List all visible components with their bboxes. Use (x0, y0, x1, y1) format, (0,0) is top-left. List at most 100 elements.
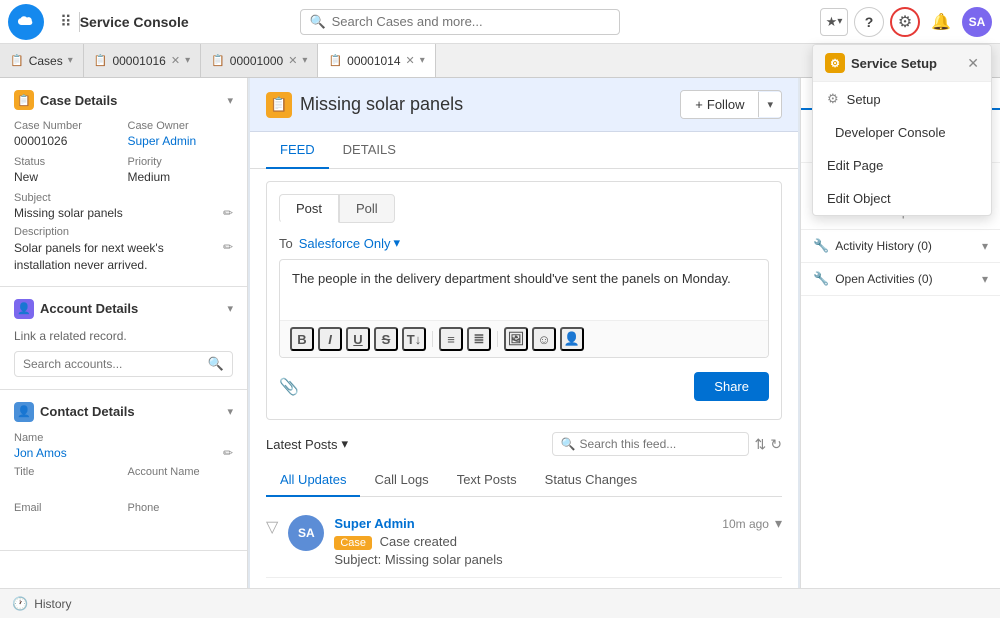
post-vote[interactable]: ▽ (266, 515, 278, 567)
to-row: To Salesforce Only ▾ (279, 235, 769, 251)
help-button[interactable]: ? (854, 7, 884, 37)
description-edit-icon[interactable]: ✏ (223, 240, 233, 254)
follow-dropdown-arrow[interactable]: ▾ (758, 92, 781, 117)
ordered-list-button[interactable]: ≣ (467, 327, 491, 351)
dropdown-item-edit-object[interactable]: Edit Object (813, 182, 991, 215)
cases-tab-icon: 📋 (10, 54, 24, 67)
account-details-dropdown[interactable]: ▾ (227, 302, 233, 315)
underline-button[interactable]: U (346, 327, 370, 351)
dropdown-item-edit-page[interactable]: Edit Page (813, 149, 991, 182)
tab-00001014[interactable]: 📋 00001014 ✕ ▾ (318, 44, 435, 78)
description-value: Solar panels for next week's installatio… (14, 240, 223, 274)
search-input[interactable] (332, 14, 612, 29)
share-button[interactable]: Share (694, 372, 769, 401)
post-action: Case Case created (334, 534, 782, 550)
feed-search-input[interactable] (580, 437, 740, 451)
open-activities-arrow[interactable]: ▾ (982, 272, 988, 286)
post-tab-poll[interactable]: Poll (339, 194, 395, 223)
tab-feed[interactable]: FEED (266, 132, 329, 169)
open-activities-label: 🔧 Open Activities (0) (813, 271, 933, 287)
filter-status-changes[interactable]: Status Changes (531, 464, 652, 497)
tab-dropdown-2[interactable]: ▾ (302, 55, 307, 66)
dropdown-item-setup[interactable]: ⚙ Setup (813, 82, 991, 116)
mention-button[interactable]: 👤 (560, 327, 584, 351)
activity-history-row: 🔧 Activity History (0) ▾ (801, 230, 1000, 263)
account-search-row[interactable]: 🔍 (14, 351, 233, 377)
post-tab-post[interactable]: Post (279, 194, 339, 223)
to-label: To (279, 236, 293, 251)
case-title: Missing solar panels (300, 94, 463, 115)
latest-posts-dropdown[interactable]: Latest Posts ▾ (266, 436, 348, 452)
case-owner-label: Case Owner (128, 120, 234, 132)
contact-phone-label: Phone (128, 502, 234, 514)
case-owner-value[interactable]: Super Admin (128, 134, 234, 148)
nav-icons: ★▾ ? ⚙ 🔔 SA (820, 7, 992, 37)
bold-button[interactable]: B (290, 327, 314, 351)
contact-email-value (14, 516, 120, 530)
to-value[interactable]: Salesforce Only ▾ (299, 235, 400, 251)
contact-account-value (128, 480, 234, 494)
gear-icon: ⚙ (898, 12, 912, 32)
editor-content[interactable]: The people in the delivery department sh… (280, 260, 768, 320)
case-header: 📋 Missing solar panels + Follow ▾ (250, 78, 798, 132)
global-search-bar[interactable]: 🔍 (300, 9, 620, 35)
unordered-list-button[interactable]: ≡ (439, 327, 463, 351)
activity-history-arrow[interactable]: ▾ (982, 239, 988, 253)
contact-details-title: 👤 Contact Details (14, 402, 135, 422)
dropdown-item-developer-console[interactable]: Developer Console (813, 116, 991, 149)
tab-icon-3: 📋 (328, 54, 342, 67)
history-icon: 🕐 (12, 596, 28, 612)
contact-details-dropdown[interactable]: ▾ (227, 405, 233, 418)
tab-cases[interactable]: 📋 Cases ▾ (0, 44, 84, 77)
favorites-button[interactable]: ★▾ (820, 8, 848, 36)
italic-button[interactable]: I (318, 327, 342, 351)
tab-dropdown-1[interactable]: ▾ (185, 55, 190, 66)
post-subject: Subject: Missing solar panels (334, 552, 782, 567)
tab-00001000[interactable]: 📋 00001000 ✕ ▾ (201, 44, 318, 77)
dropdown-close-button[interactable]: ✕ (967, 55, 979, 72)
filter-text-posts[interactable]: Text Posts (443, 464, 531, 497)
text-editor[interactable]: The people in the delivery department sh… (279, 259, 769, 358)
tab-close-3[interactable]: ✕ (406, 54, 415, 67)
account-details-card: 👤 Account Details ▾ Link a related recor… (0, 287, 247, 390)
case-details-dropdown[interactable]: ▾ (227, 94, 233, 107)
contact-name-edit[interactable]: ✏ (223, 446, 233, 460)
tab-close-2[interactable]: ✕ (288, 54, 297, 67)
post-type-tabs: Post Poll (279, 194, 769, 223)
avatar[interactable]: SA (962, 7, 992, 37)
account-search-input[interactable] (23, 357, 208, 371)
follow-button[interactable]: + Follow (681, 91, 758, 118)
tab-close-1[interactable]: ✕ (171, 54, 180, 67)
tab-dropdown-3[interactable]: ▾ (420, 55, 425, 66)
tab-icon-1: 📋 (94, 54, 108, 67)
emoji-button[interactable]: ☺ (532, 327, 556, 351)
format-button[interactable]: T↓ (402, 327, 426, 351)
cases-tab-dropdown[interactable]: ▾ (68, 55, 73, 66)
feed-filter-icon[interactable]: ⇅ (755, 436, 767, 453)
post-footer: 📎 Share (279, 366, 769, 407)
subject-label: Subject (14, 192, 233, 204)
bell-button[interactable]: 🔔 (926, 7, 956, 37)
attach-icon[interactable]: 📎 (279, 377, 299, 397)
feed-refresh-icon[interactable]: ↻ (770, 436, 782, 453)
contact-details-card: 👤 Contact Details ▾ Name Jon Amos ✏ Titl… (0, 390, 247, 551)
feed-search[interactable]: 🔍 (552, 432, 749, 456)
subject-edit-icon[interactable]: ✏ (223, 206, 233, 220)
app-switcher[interactable]: ⠿ (52, 12, 80, 32)
contact-name-value[interactable]: Jon Amos (14, 446, 67, 460)
feed-controls: ⇅ ↻ (755, 436, 782, 453)
tab-icon-2: 📋 (211, 54, 225, 67)
image-button[interactable]: 🖼 (504, 327, 528, 351)
to-dropdown-icon: ▾ (394, 235, 401, 251)
tab-00001016[interactable]: 📋 00001016 ✕ ▾ (84, 44, 201, 77)
gear-button[interactable]: ⚙ (890, 7, 920, 37)
bell-icon: 🔔 (931, 12, 951, 32)
filter-all-updates[interactable]: All Updates (266, 464, 360, 497)
post-menu-icon[interactable]: ▾ (775, 515, 782, 532)
tab-details[interactable]: DETAILS (329, 132, 410, 169)
strikethrough-button[interactable]: S (374, 327, 398, 351)
filter-call-logs[interactable]: Call Logs (360, 464, 442, 497)
setup-icon: ⚙ (827, 91, 839, 107)
service-setup-icon: ⚙ (825, 53, 845, 73)
post-author[interactable]: Super Admin (334, 516, 414, 531)
